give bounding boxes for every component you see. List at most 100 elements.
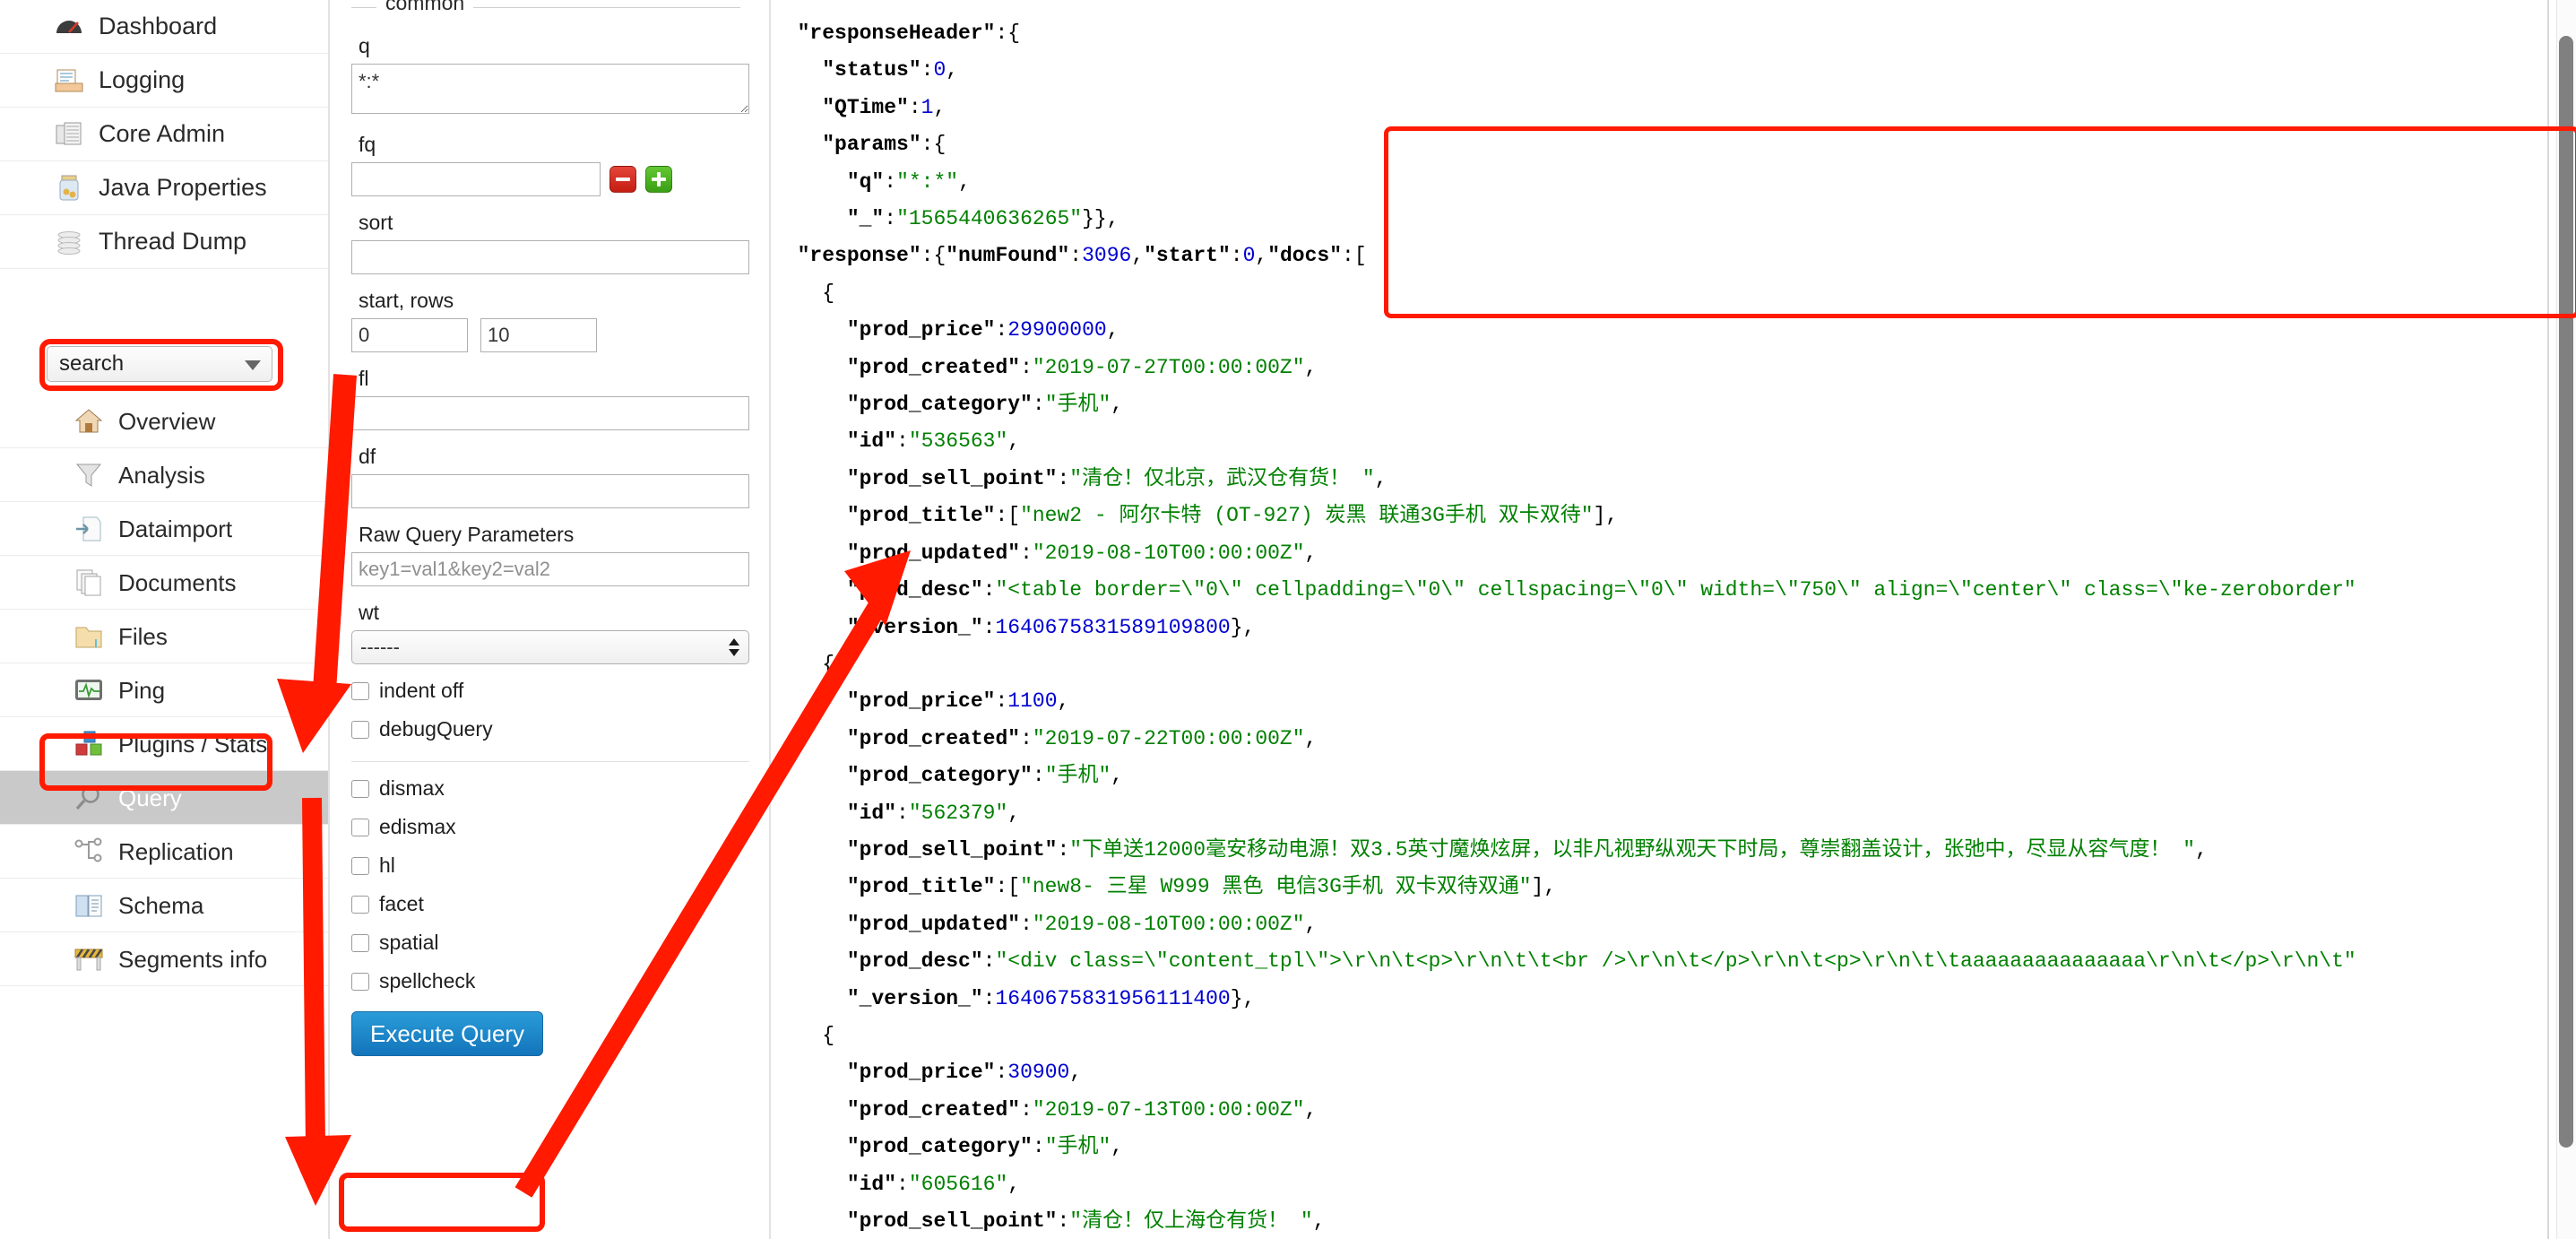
sidebar-item-label: Analysis — [118, 461, 205, 489]
fq-label: fq — [359, 133, 376, 156]
sidebar-item-ping[interactable]: Ping — [0, 663, 328, 717]
nav-item-logging[interactable]: Logging — [0, 54, 328, 108]
checkbox-spellcheck[interactable]: spellcheck — [351, 969, 749, 993]
checkbox-edismax[interactable]: edismax — [351, 815, 749, 839]
execute-query-button[interactable]: Execute Query — [351, 1011, 543, 1056]
wt-select-value: ------ — [360, 636, 400, 658]
checkbox-box[interactable] — [351, 818, 369, 836]
ping-icon — [73, 675, 104, 706]
checkbox-spatial[interactable]: spatial — [351, 931, 749, 955]
chevron-down-icon — [245, 360, 261, 370]
logging-icon — [54, 65, 84, 96]
core-selector-wrap: search — [47, 346, 272, 382]
fl-input[interactable] — [351, 396, 749, 430]
raw-query-params-label: Raw Query Parameters — [359, 523, 575, 546]
checkbox-label: indent off — [379, 679, 464, 702]
checkbox-hl[interactable]: hl — [351, 853, 749, 878]
replication-icon — [73, 836, 104, 867]
checkbox-label: spatial — [379, 931, 439, 954]
sidebar-item-analysis[interactable]: Analysis — [0, 448, 328, 502]
add-fq-button[interactable] — [645, 166, 672, 193]
checkbox-indent-off[interactable]: indent off — [351, 679, 749, 703]
remove-fq-button[interactable] — [609, 166, 636, 193]
sort-input[interactable] — [351, 240, 749, 274]
checkbox-label: dismax — [379, 776, 445, 800]
thread-dump-icon — [54, 227, 84, 257]
fq-row — [351, 162, 749, 196]
sidebar-item-dataimport[interactable]: Dataimport — [0, 502, 328, 556]
core-selector-value: search — [59, 351, 125, 376]
checkbox-box[interactable] — [351, 933, 369, 952]
page-scrollbar-thumb[interactable] — [2559, 36, 2573, 1148]
checkbox-box[interactable] — [351, 895, 369, 914]
checkbox-group-bottom: dismax edismax hl facet spatial spellcheck — [351, 776, 749, 993]
execute-button-wrap: Execute Query — [351, 1011, 749, 1056]
checkbox-dismax[interactable]: dismax — [351, 776, 749, 801]
sidebar-item-label: Files — [118, 622, 168, 650]
sidebar-item-label: Documents — [118, 568, 237, 596]
sidebar-item-replication[interactable]: Replication — [0, 825, 328, 879]
df-input[interactable] — [351, 474, 749, 508]
sidebar-item-documents[interactable]: Documents — [0, 556, 328, 610]
nav-item-dashboard[interactable]: Dashboard — [0, 0, 328, 54]
rows-input[interactable] — [480, 318, 597, 352]
nav-item-java-properties[interactable]: Java Properties — [0, 161, 328, 215]
book-icon — [73, 890, 104, 921]
sidebar-item-label: Query — [118, 784, 182, 811]
sidebar-item-label: Overview — [118, 407, 216, 435]
q-input[interactable] — [351, 64, 749, 114]
checkbox-divider — [351, 761, 749, 762]
checkbox-box[interactable] — [351, 972, 369, 991]
sidebar-item-label: Replication — [118, 837, 234, 865]
raw-query-params-input[interactable] — [351, 552, 749, 586]
q-label: q — [359, 34, 370, 57]
sidebar-item-files[interactable]: Files — [0, 610, 328, 663]
checkbox-group-top: indent off debugQuery — [351, 679, 749, 741]
funnel-icon — [73, 460, 104, 490]
sidebar-item-segments-info[interactable]: Segments info — [0, 932, 328, 986]
core-admin-icon — [54, 119, 84, 150]
core-selector[interactable]: search — [47, 346, 272, 382]
sidebar-item-label: Schema — [118, 891, 204, 919]
checkbox-facet[interactable]: facet — [351, 892, 749, 916]
df-label: df — [359, 445, 376, 468]
checkbox-label: edismax — [379, 815, 456, 838]
sidebar-item-plugins-stats[interactable]: Plugins / Stats — [0, 717, 328, 771]
sidebar-item-schema[interactable]: Schema — [0, 879, 328, 932]
checkbox-box[interactable] — [351, 681, 369, 700]
sort-label: sort — [359, 211, 393, 234]
wt-label: wt — [359, 601, 379, 624]
common-fieldset-legend: common — [351, 0, 749, 20]
sidebar-item-label: Plugins / Stats — [118, 730, 268, 758]
nav-item-thread-dump[interactable]: Thread Dump — [0, 215, 328, 269]
start-rows-row — [351, 318, 749, 352]
plugins-icon — [73, 729, 104, 759]
checkbox-box[interactable] — [351, 856, 369, 875]
magnifier-icon — [73, 783, 104, 813]
query-result-panel: "responseHeader":{ "status":0, "QTime":1… — [773, 0, 2576, 1239]
start-rows-label: start, rows — [359, 289, 454, 312]
core-nav: Overview Analysis Dataimport Documents Files… — [0, 394, 328, 986]
dataimport-icon — [73, 514, 104, 544]
folder-icon — [73, 621, 104, 652]
sidebar-item-query[interactable]: Query — [0, 771, 328, 825]
page-scrollbar-track[interactable] — [2556, 0, 2576, 1239]
fl-label: fl — [359, 367, 369, 390]
java-properties-icon — [54, 173, 84, 204]
wt-select[interactable]: ------ — [351, 630, 749, 664]
spinner-arrows-icon — [729, 637, 739, 657]
checkbox-debugquery[interactable]: debugQuery — [351, 717, 749, 741]
nav-item-label: Logging — [99, 66, 186, 93]
main-nav: Dashboard Logging Core Admin Java Propertie… — [0, 0, 328, 269]
nav-item-label: Thread Dump — [99, 228, 247, 255]
documents-icon — [73, 568, 104, 598]
start-input[interactable] — [351, 318, 468, 352]
checkbox-box[interactable] — [351, 720, 369, 739]
checkbox-label: hl — [379, 853, 395, 877]
fq-input[interactable] — [351, 162, 601, 196]
checkbox-box[interactable] — [351, 779, 369, 798]
sidebar-item-overview[interactable]: Overview — [0, 394, 328, 448]
sidebar-item-label: Segments info — [118, 945, 268, 973]
nav-item-core-admin[interactable]: Core Admin — [0, 108, 328, 161]
checkbox-label: debugQuery — [379, 717, 493, 741]
